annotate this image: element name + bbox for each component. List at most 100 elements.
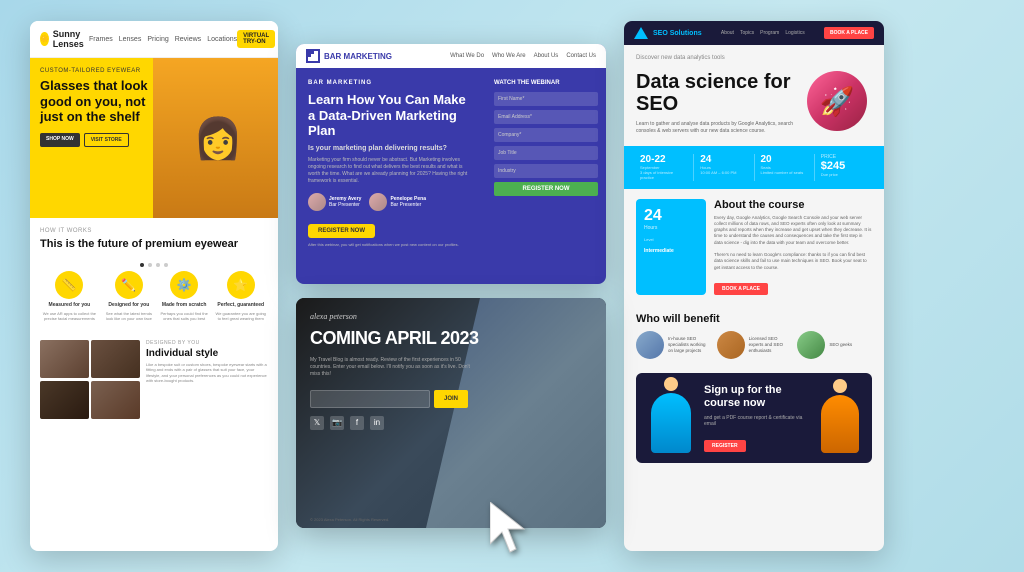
s1-step-2-desc: See what the latest trends look like on … <box>103 311 155 321</box>
s3-twitter-icon[interactable]: 𝕏 <box>310 416 324 430</box>
s4-person-blue-body <box>651 393 691 453</box>
s3-author: alexa peterson <box>310 312 592 321</box>
s1-step-1-desc: We use AR apps to collect the precise fa… <box>40 311 99 321</box>
s4-hours-value: 24 <box>700 154 747 165</box>
s2-presenter-1-name: Jeremy Avery <box>329 196 361 202</box>
s1-step-3-label: Made from scratch <box>162 302 206 308</box>
s1-ind-img-2 <box>91 340 140 378</box>
s2-presenter-2-name: Penelope Pena <box>390 196 426 202</box>
s2-submit-button[interactable]: REGISTER NOW <box>494 182 598 196</box>
s2-presenter-1: Jeremy Avery Bar Presenter <box>308 193 361 211</box>
s1-dot-3 <box>156 263 160 267</box>
s2-presenter-2: Penelope Pena Bar Presenter <box>369 193 426 211</box>
s4-about-box: 24 Hours Level Intermediate <box>636 199 706 295</box>
s1-nav-lenses[interactable]: Lenses <box>119 36 142 43</box>
s4-who-label-3: SEO geeks <box>829 342 852 348</box>
s1-nav-pricing[interactable]: Pricing <box>147 36 168 43</box>
s4-level-label: Level <box>644 237 698 242</box>
s4-figure-blue-person <box>646 383 696 453</box>
s4-signup-button[interactable]: REGISTER <box>704 440 746 452</box>
s2-field-jobtitle[interactable]: Job Title <box>494 146 598 160</box>
screenshot-eyewear: ☀️ Sunny Lenses Frames Lenses Pricing Re… <box>30 21 278 551</box>
s4-figure-orange-person <box>817 383 862 453</box>
s4-who-avatar-2 <box>717 331 745 359</box>
s4-nav-links: About Topics Program Logistics <box>721 30 805 36</box>
s2-nav-links: What We Do Who We Are About Us Contact U… <box>450 53 596 59</box>
s4-nav-logistics[interactable]: Logistics <box>785 30 804 36</box>
s2-nav-what[interactable]: What We Do <box>450 53 484 59</box>
s4-nav-topics[interactable]: Topics <box>740 30 754 36</box>
s4-about-hours-label: Hours <box>644 225 698 231</box>
s1-ind-img-1 <box>40 340 89 378</box>
s1-designed-label: DESIGNED BY YOU <box>146 340 268 346</box>
s2-presenter-2-info: Penelope Pena Bar Presenter <box>390 196 426 208</box>
s4-book-course-button[interactable]: BOOK A PLACE <box>714 283 768 295</box>
s4-level-value: Intermediate <box>644 248 698 254</box>
s4-hero-title: Data science for SEO <box>636 71 799 115</box>
s4-hours-sub: 10:00 AM – 6:00 PM <box>700 170 747 175</box>
s4-nav-program[interactable]: Program <box>760 30 779 36</box>
s2-left-panel: BAR MARKETING Learn How You Can Make a D… <box>296 68 486 282</box>
s1-nav-frames[interactable]: Frames <box>89 36 113 43</box>
s3-join-button[interactable]: JOIN <box>434 390 468 408</box>
s1-individual-title: Individual style <box>146 348 268 360</box>
s4-book-nav-button[interactable]: BOOK A PLACE <box>824 27 874 39</box>
s2-field-industry[interactable]: Industry <box>494 164 598 178</box>
s4-nav-about[interactable]: About <box>721 30 734 36</box>
s4-about-level-container: Level Intermediate <box>644 237 698 254</box>
s1-step-2-label: Designed for you <box>108 302 149 308</box>
s1-nav-reviews[interactable]: Reviews <box>175 36 201 43</box>
s1-navbar: ☀️ Sunny Lenses Frames Lenses Pricing Re… <box>30 21 278 58</box>
s1-how-title: This is the future of premium eyewear <box>40 238 268 251</box>
s3-email-input[interactable] <box>310 390 430 408</box>
s1-shop-button[interactable]: SHOP NOW <box>40 133 80 147</box>
s2-field-company[interactable]: Company* <box>494 128 598 142</box>
s2-title: Learn How You Can Make a Data-Driven Mar… <box>308 92 474 139</box>
s2-presenters: Jeremy Avery Bar Presenter Penelope Pena… <box>308 193 474 211</box>
s1-step-2-icon: ✏️ <box>115 271 143 299</box>
s2-right-panel: WATCH THE WEBINAR First Name* Email Addr… <box>486 68 606 282</box>
s2-nav-who[interactable]: Who We Are <box>492 53 526 59</box>
s1-how-label: HOW IT WORKS <box>40 228 268 234</box>
s3-linkedin-icon[interactable]: in <box>370 416 384 430</box>
s1-nav-cta[interactable]: VIRTUAL TRY-ON <box>237 30 275 48</box>
s1-step-1-label: Measured for you <box>49 302 91 308</box>
s3-footer-text: © 2023 Alexa Peterson. All Rights Reserv… <box>310 517 389 522</box>
s2-small-text: After this webinar, you will get notific… <box>308 242 474 247</box>
s3-blog-title: COMING APRIL 2023 <box>310 329 592 349</box>
s4-signup-text: Sign up for the course now and get a PDF… <box>704 384 809 451</box>
s3-instagram-icon[interactable]: 📷 <box>330 416 344 430</box>
s2-logo-icon <box>306 49 320 63</box>
s4-person-blue-head <box>664 377 678 391</box>
s3-blog-desc: My Travel Blog is almost ready. Review o… <box>310 357 470 378</box>
s1-step-4-label: Perfect, guaranteed <box>217 302 264 308</box>
s4-rocket-graphic: 🚀 <box>807 71 872 136</box>
s2-brand-name: BAR MARKETING <box>324 52 392 61</box>
s2-navbar: BAR MARKETING What We Do Who We Are Abou… <box>296 44 606 68</box>
s4-logo: SEO Solutions <box>634 27 702 39</box>
s4-navbar: SEO Solutions About Topics Program Logis… <box>624 21 884 45</box>
s2-tag: BAR MARKETING <box>308 80 474 86</box>
s4-discover-text: Discover new data analytics tools <box>624 45 884 67</box>
s1-step-4-icon: ⭐ <box>227 271 255 299</box>
s4-seats-sub: Limited number of seats <box>761 170 808 175</box>
s1-step-4: ⭐ Perfect, guaranteed We guarantee you a… <box>213 271 268 321</box>
s1-step-2: ✏️ Designed for you See what the latest … <box>103 271 155 321</box>
s1-individual-section: DESIGNED BY YOU Individual style Like a … <box>30 332 278 428</box>
s4-stats-bar: 20-22 September 3 days of intensive prac… <box>624 146 884 189</box>
s1-nav-locations[interactable]: Locations <box>207 36 237 43</box>
s3-facebook-icon[interactable]: f <box>350 416 364 430</box>
s4-about-hours: 24 <box>644 207 698 225</box>
s4-who-cards: In-house SEO specialists working on larg… <box>636 331 872 359</box>
s1-nav-links: Frames Lenses Pricing Reviews Locations <box>89 36 237 43</box>
s4-about-title: About the course <box>714 199 872 211</box>
s1-hero-section: CUSTOM-TAILORED EYEWEAR Glasses that loo… <box>30 58 278 218</box>
s2-field-firstname[interactable]: First Name* <box>494 92 598 106</box>
s4-rocket-circle: 🚀 <box>807 71 867 131</box>
s1-virtual-button[interactable]: VISIT STORE <box>84 133 129 147</box>
s2-nav-about[interactable]: About Us <box>534 53 559 59</box>
s2-presenter-1-title: Bar Presenter <box>329 202 361 208</box>
s2-nav-contact[interactable]: Contact Us <box>566 53 596 59</box>
s2-field-email[interactable]: Email Address* <box>494 110 598 124</box>
s2-register-button[interactable]: REGISTER NOW <box>308 224 375 238</box>
